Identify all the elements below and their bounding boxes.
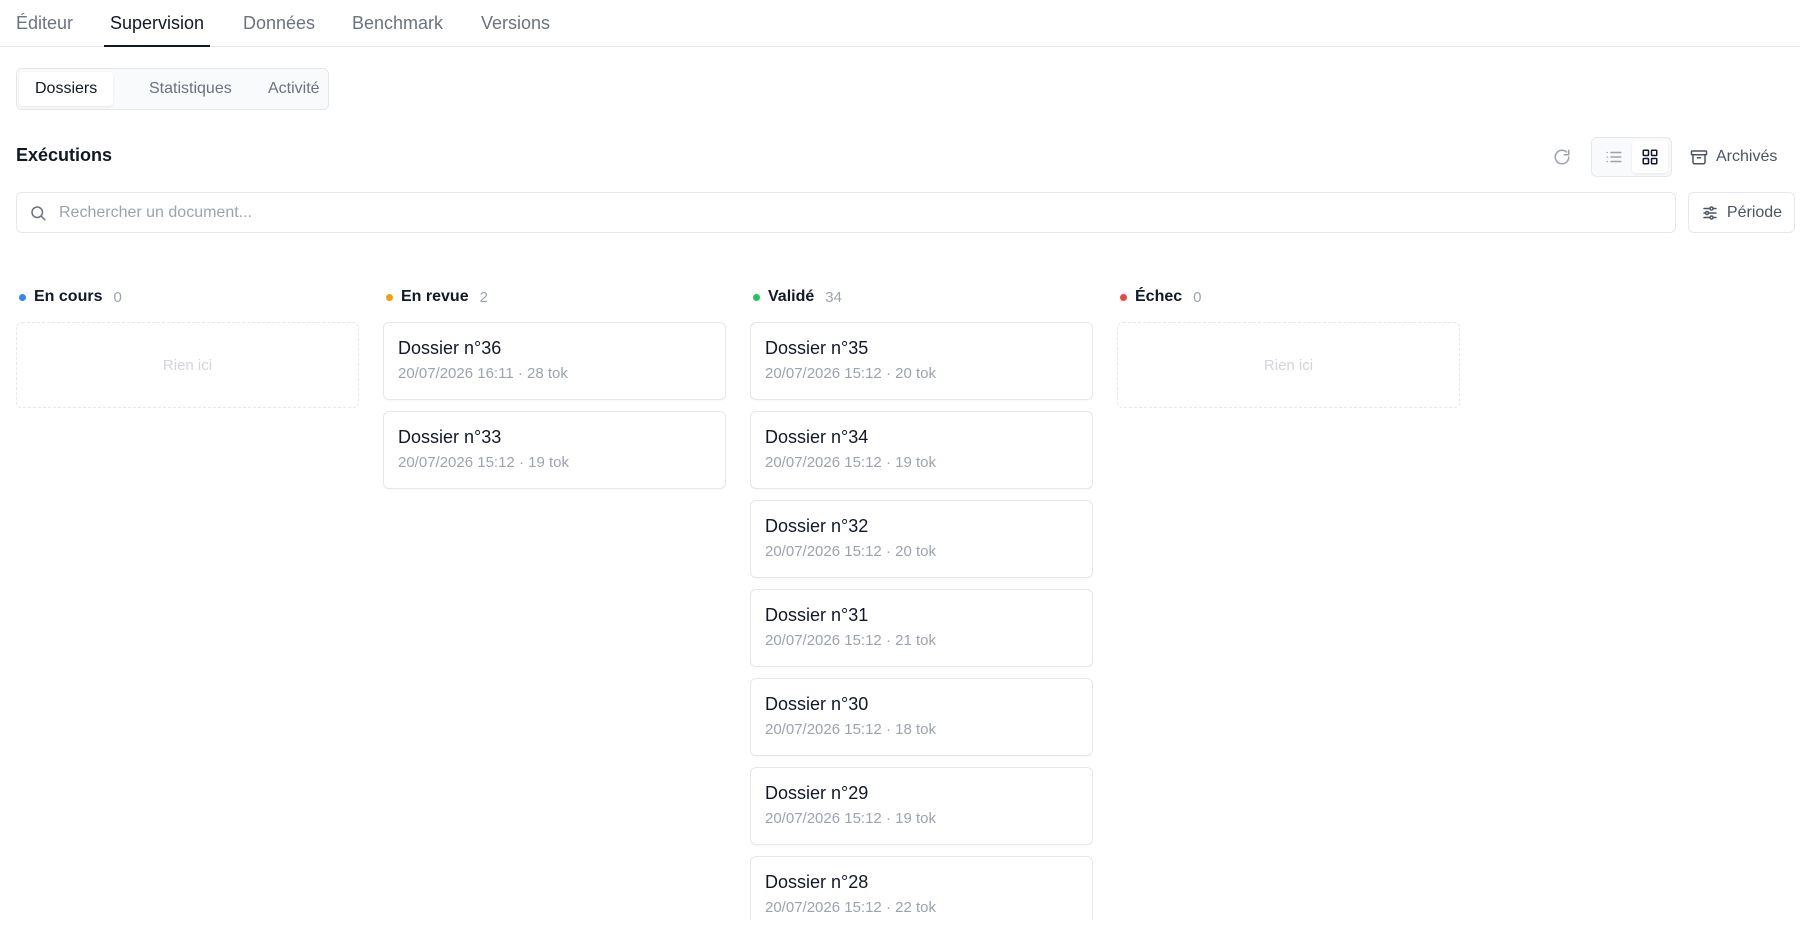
card-meta: 20/07/2026 15:12 · 21 tok bbox=[765, 632, 936, 649]
search-box bbox=[16, 192, 1676, 233]
tab-donnees[interactable]: Données bbox=[243, 13, 315, 47]
top-tab-bar: Éditeur Supervision Données Benchmark Ve… bbox=[0, 0, 1800, 47]
grid-icon bbox=[1641, 148, 1659, 166]
card-title: Dossier n°35 bbox=[765, 338, 869, 358]
archives-button[interactable]: Archivés bbox=[1690, 144, 1777, 170]
status-dot bbox=[19, 293, 26, 301]
card-meta: 20/07/2026 15:12 · 19 tok bbox=[765, 810, 936, 827]
dossier-card[interactable]: Dossier n°29 20/07/2026 15:12 · 19 tok bbox=[750, 767, 1093, 845]
archive-icon bbox=[1690, 148, 1708, 166]
refresh-button[interactable] bbox=[1549, 144, 1575, 170]
column-header: Validé 34 bbox=[750, 284, 1093, 310]
column-title: Échec bbox=[1135, 288, 1183, 305]
column-en-revue: En revue 2 Dossier n°36 20/07/2026 16:11… bbox=[383, 284, 726, 489]
sub-tab-group: Dossiers Statistiques Activité bbox=[16, 68, 329, 110]
dossier-card[interactable]: Dossier n°36 20/07/2026 16:11 · 28 tok bbox=[383, 322, 726, 400]
column-count: 0 bbox=[113, 288, 122, 306]
card-title: Dossier n°29 bbox=[765, 783, 869, 803]
list-view-button[interactable] bbox=[1596, 141, 1632, 173]
view-toggle bbox=[1591, 137, 1672, 177]
dossier-card[interactable]: Dossier n°31 20/07/2026 15:12 · 21 tok bbox=[750, 589, 1093, 667]
card-title: Dossier n°36 bbox=[398, 338, 502, 358]
column-title: En cours bbox=[34, 288, 103, 305]
column-valide: Validé 34 Dossier n°35 20/07/2026 15:12 … bbox=[750, 284, 1093, 920]
column-en-cours: En cours 0 Rien ici bbox=[16, 284, 359, 408]
tab-editeur[interactable]: Éditeur bbox=[16, 13, 73, 47]
section-title: Exécutions bbox=[16, 145, 113, 165]
card-meta: 20/07/2026 15:12 · 20 tok bbox=[765, 543, 936, 560]
refresh-icon bbox=[1553, 148, 1571, 166]
subtab-statistiques[interactable]: Statistiques bbox=[133, 72, 248, 106]
subtab-activite[interactable]: Activité bbox=[252, 72, 336, 106]
tab-benchmark[interactable]: Benchmark bbox=[352, 13, 443, 47]
dossier-card[interactable]: Dossier n°28 20/07/2026 15:12 · 22 tok bbox=[750, 856, 1093, 920]
status-dot bbox=[753, 293, 760, 301]
column-title: En revue bbox=[401, 288, 469, 305]
tab-versions[interactable]: Versions bbox=[481, 13, 550, 47]
column-body: Dossier n°36 20/07/2026 16:11 · 28 tok D… bbox=[383, 322, 726, 922]
search-input[interactable] bbox=[59, 193, 1659, 232]
dossier-card[interactable]: Dossier n°34 20/07/2026 15:12 · 19 tok bbox=[750, 411, 1093, 489]
card-meta: 20/07/2026 16:11 · 28 tok bbox=[398, 365, 568, 382]
subtab-dossiers[interactable]: Dossiers bbox=[19, 72, 114, 106]
card-title: Dossier n°32 bbox=[765, 516, 869, 536]
empty-placeholder: Rien ici bbox=[16, 322, 359, 408]
archives-label: Archivés bbox=[1716, 148, 1778, 165]
card-meta: 20/07/2026 15:12 · 18 tok bbox=[765, 721, 936, 738]
column-header: En revue 2 bbox=[383, 284, 726, 310]
dossier-card[interactable]: Dossier n°33 20/07/2026 15:12 · 19 tok bbox=[383, 411, 726, 489]
card-meta: 20/07/2026 15:12 · 22 tok bbox=[765, 899, 936, 916]
search-icon bbox=[29, 204, 47, 222]
status-dot bbox=[386, 293, 393, 301]
column-body: Rien ici bbox=[1117, 322, 1460, 922]
column-echec: Échec 0 Rien ici bbox=[1117, 284, 1460, 408]
card-title: Dossier n°34 bbox=[765, 427, 869, 447]
list-icon bbox=[1605, 148, 1623, 166]
periode-label: Période bbox=[1726, 203, 1783, 221]
sliders-icon bbox=[1701, 204, 1719, 222]
column-header: Échec 0 bbox=[1117, 284, 1460, 310]
column-title: Validé bbox=[768, 288, 815, 305]
dossier-card[interactable]: Dossier n°32 20/07/2026 15:12 · 20 tok bbox=[750, 500, 1093, 578]
column-count: 2 bbox=[479, 288, 488, 306]
dossier-card[interactable]: Dossier n°30 20/07/2026 15:12 · 18 tok bbox=[750, 678, 1093, 756]
card-title: Dossier n°30 bbox=[765, 694, 869, 714]
empty-placeholder: Rien ici bbox=[1117, 322, 1460, 408]
tab-supervision[interactable]: Supervision bbox=[103, 13, 211, 47]
dossier-card[interactable]: Dossier n°35 20/07/2026 15:12 · 20 tok bbox=[750, 322, 1093, 400]
card-title: Dossier n°31 bbox=[765, 605, 869, 625]
grid-view-button[interactable] bbox=[1632, 141, 1668, 173]
column-count: 0 bbox=[1193, 288, 1202, 306]
column-body[interactable]: Dossier n°35 20/07/2026 15:12 · 20 tok D… bbox=[750, 322, 1093, 920]
status-dot bbox=[1120, 293, 1127, 301]
column-body: Rien ici bbox=[16, 322, 359, 922]
card-title: Dossier n°28 bbox=[765, 872, 869, 892]
column-header: En cours 0 bbox=[16, 284, 359, 310]
card-meta: 20/07/2026 15:12 · 20 tok bbox=[765, 365, 936, 382]
column-count: 34 bbox=[825, 288, 842, 306]
periode-filter-button[interactable]: Période bbox=[1688, 192, 1795, 233]
card-meta: 20/07/2026 15:12 · 19 tok bbox=[765, 454, 936, 471]
card-meta: 20/07/2026 15:12 · 19 tok bbox=[398, 454, 569, 471]
card-title: Dossier n°33 bbox=[398, 427, 502, 447]
